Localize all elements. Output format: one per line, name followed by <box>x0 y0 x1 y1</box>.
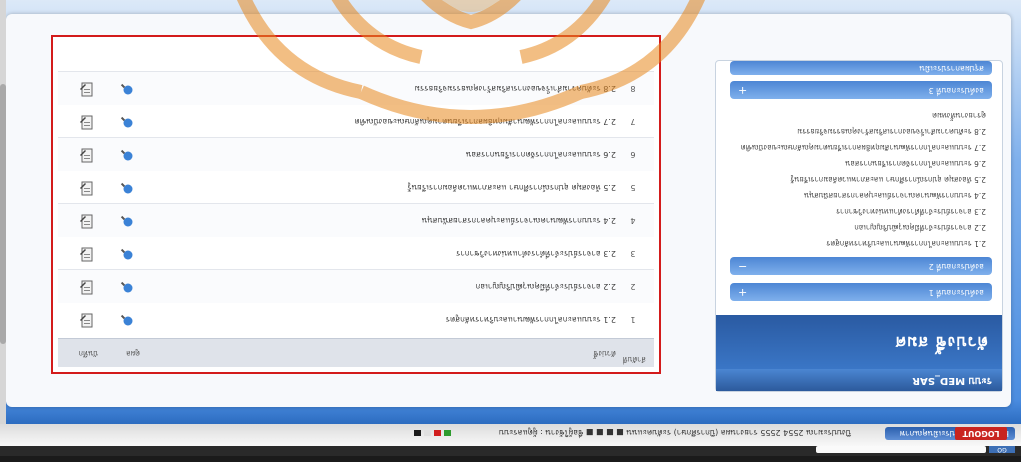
row-number: 5 <box>630 183 636 192</box>
magnifier-icon[interactable] <box>120 313 134 327</box>
expand-icon: + <box>738 286 748 299</box>
address-bar: GO <box>0 446 1021 456</box>
list-item[interactable]: 2.2 อาจารย์ประจำที่มีคุณวุฒิปริญญาเอก <box>736 219 986 235</box>
table-row: 5 2.5 ห้องสมุด อุปกรณ์การศึกษา และสภาพแว… <box>58 170 654 204</box>
list-item[interactable]: 2.4 ระบบการพัฒนาคณาจารย์และบุคลากรสายสนั… <box>736 187 986 203</box>
table-row: 2 2.2 อาจารย์ประจำที่มีคุณวุฒิปริญญาเอก <box>58 269 654 303</box>
page-scrollbar[interactable] <box>0 0 6 424</box>
row-number: 3 <box>630 249 636 258</box>
row-number: 6 <box>630 150 636 159</box>
magnifier-icon[interactable] <box>120 280 134 294</box>
menu-info-text: ปีงบประมาณ 2554 2555 รายงานผล (ปีการศึกษ… <box>498 428 851 437</box>
list-item[interactable]: ดูรายงานทั้งหมด <box>736 107 986 123</box>
table-row: 8 2.8 ระดับความสำเร็จของการเสริมสร้างคุณ… <box>58 71 654 105</box>
panel-title: ตัวบ่งชี้ สมศ <box>716 315 1002 369</box>
indicator-table-highlight: ลำดับที่ ตัวบ่งชี้ ดูผล บันทึก 1 2.1 ระบ… <box>51 35 661 374</box>
screenshot-rotated: GO Home > ระบบประเมินคุณภาพ ปีงบประมาณ 2… <box>0 0 1021 462</box>
accordion-label: องค์ประกอบที่ 3 <box>928 86 984 95</box>
magnifier-icon[interactable] <box>120 181 134 195</box>
indicator-panel: ระบบ MED_SAR ตัวบ่งชี้ สมศ องค์ประกอบที่… <box>715 60 1003 392</box>
row-topic[interactable]: 2.5 ห้องสมุด อุปกรณ์การศึกษา และสภาพแวดล… <box>196 171 616 204</box>
accordion-label: สรุปผลการประเมิน <box>919 64 984 73</box>
expand-icon: + <box>738 84 748 97</box>
header-no: ลำดับที่ <box>622 355 646 364</box>
menu-bar: Home > ระบบประเมินคุณภาพ ปีงบประมาณ 2554… <box>0 423 1021 446</box>
edit-document-icon[interactable] <box>79 214 94 229</box>
row-number: 7 <box>630 117 636 126</box>
edit-document-icon[interactable] <box>79 148 94 163</box>
row-topic[interactable]: 2.1 ระบบและกลไกการพัฒนาและบริหารหลักสูตร <box>196 303 616 336</box>
edit-document-icon[interactable] <box>79 247 94 262</box>
row-topic[interactable]: 2.6 ระบบและกลไกการจัดการเรียนการสอน <box>196 138 616 171</box>
go-button[interactable]: GO <box>989 446 1015 453</box>
edit-document-icon[interactable] <box>79 280 94 295</box>
legend-green <box>444 430 451 436</box>
table-row: 1 2.1 ระบบและกลไกการพัฒนาและบริหารหลักสู… <box>58 302 654 336</box>
row-number: 1 <box>630 315 636 324</box>
magnifier-icon[interactable] <box>120 214 134 228</box>
legend-white <box>424 430 431 436</box>
system-label: ระบบ MED_SAR <box>716 369 1002 391</box>
legend-red <box>434 430 441 436</box>
browser-top-bar <box>0 456 1021 462</box>
row-topic[interactable]: 2.3 อาจารย์ประจำที่ดำรงตำแหน่งทางวิชาการ <box>196 237 616 270</box>
collapse-icon: − <box>738 260 748 273</box>
accordion-label: องค์ประกอบที่ 2 <box>928 262 984 271</box>
list-item[interactable]: 2.7 ระบบและกลไกการพัฒนาสัมฤทธิผลการเรียน… <box>736 139 986 155</box>
row-number: 8 <box>630 84 636 93</box>
row-topic[interactable]: 2.8 ระดับความสำเร็จของการเสริมสร้างคุณธร… <box>196 72 616 105</box>
edit-document-icon[interactable] <box>79 181 94 196</box>
edit-document-icon[interactable] <box>79 115 94 130</box>
accordion-summary[interactable]: สรุปผลการประเมิน <box>730 61 992 75</box>
row-topic[interactable]: 2.2 อาจารย์ประจำที่มีคุณวุฒิปริญญาเอก <box>196 270 617 303</box>
logout-button[interactable]: LOGOUT <box>955 427 1007 440</box>
list-item[interactable]: 2.6 ระบบและกลไกการจัดการเรียนการสอน <box>736 155 986 171</box>
scrollbar-thumb[interactable] <box>0 84 6 344</box>
magnifier-icon[interactable] <box>120 82 134 96</box>
accordion-group-1[interactable]: องค์ประกอบที่ 1 + <box>730 283 992 301</box>
magnifier-icon[interactable] <box>120 148 134 162</box>
url-input[interactable] <box>816 446 986 453</box>
row-topic[interactable]: 2.4 ระบบการพัฒนาคณาจารย์และบุคลากรสายสนั… <box>196 204 616 237</box>
score-legend <box>414 430 451 436</box>
list-item[interactable]: 2.3 อาจารย์ประจำที่ดำรงตำแหน่งทางวิชาการ <box>736 203 986 219</box>
table-row: 7 2.7 ระบบและกลไกการพัฒนาสัมฤทธิผลการเรี… <box>58 104 654 138</box>
table-row: 4 2.4 ระบบการพัฒนาคณาจารย์และบุคลากรสายส… <box>58 203 654 237</box>
legend-black <box>414 430 421 436</box>
table-row: 3 2.3 อาจารย์ประจำที่ดำรงตำแหน่งทางวิชาก… <box>58 236 654 270</box>
indicator-list: 2.1 ระบบและกลไกการพัฒนาและบริหารหลักสูตร… <box>736 107 986 251</box>
list-item[interactable]: 2.1 ระบบและกลไกการพัฒนาและบริหารหลักสูตร <box>736 235 986 251</box>
list-item[interactable]: 2.8 ระดับความสำเร็จของการเสริมสร้างคุณธร… <box>736 123 986 139</box>
list-item[interactable]: 2.5 ห้องสมุด อุปกรณ์การศึกษา และสภาพแวดล… <box>736 171 986 187</box>
edit-document-icon[interactable] <box>79 82 94 97</box>
table-header: ลำดับที่ ตัวบ่งชี้ ดูผล บันทึก <box>58 338 654 367</box>
edit-document-icon[interactable] <box>79 313 94 328</box>
row-number: 4 <box>630 216 636 225</box>
row-topic[interactable]: 2.7 ระบบและกลไกการพัฒนาสัมฤทธิผลการเรียน… <box>196 105 616 138</box>
magnifier-icon[interactable] <box>120 115 134 129</box>
table-row: 6 2.6 ระบบและกลไกการจัดการเรียนการสอน <box>58 137 654 171</box>
accordion-label: องค์ประกอบที่ 1 <box>928 288 984 297</box>
accordion-group-3[interactable]: องค์ประกอบที่ 3 + <box>730 81 992 99</box>
row-number: 2 <box>630 282 636 291</box>
magnifier-icon[interactable] <box>120 247 134 261</box>
accordion-group-2[interactable]: องค์ประกอบที่ 2 − <box>730 257 992 275</box>
